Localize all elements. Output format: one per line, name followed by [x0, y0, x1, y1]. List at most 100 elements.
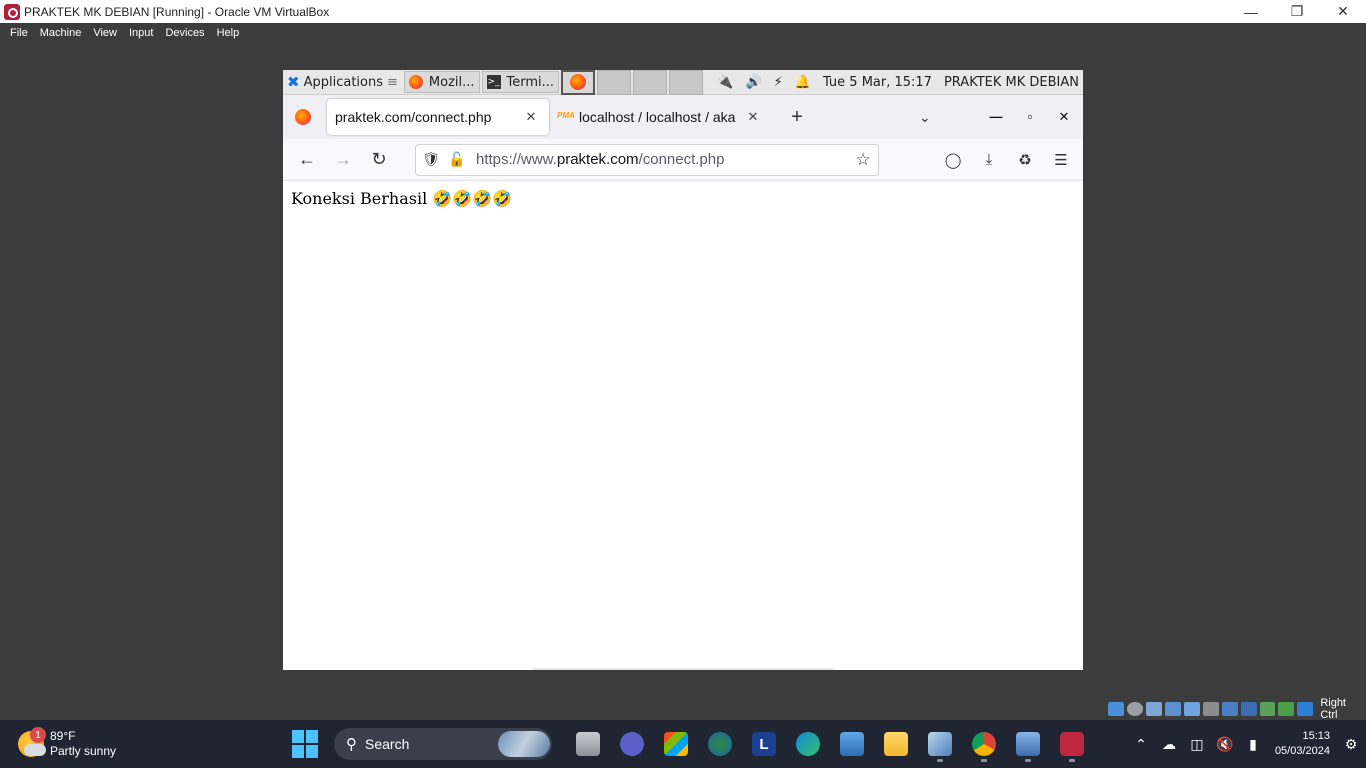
- pinned-apps: L: [566, 724, 1094, 764]
- forward-button[interactable]: →: [325, 149, 361, 170]
- search-box[interactable]: ⚲ Search: [334, 728, 552, 760]
- minimize-button[interactable]: —: [1228, 0, 1274, 23]
- onedrive-cloud-icon[interactable]: ☁: [1155, 736, 1183, 753]
- ff-close-button[interactable]: ✕: [1047, 109, 1081, 125]
- virtualization-icon[interactable]: [1278, 702, 1295, 716]
- battery-icon[interactable]: ▮: [1239, 736, 1267, 753]
- menu-hamburger-icon[interactable]: ☰: [1043, 151, 1079, 169]
- insecure-lock-icon[interactable]: 🔓: [446, 151, 468, 168]
- network-tool-icon: [1016, 732, 1040, 756]
- task-view-button[interactable]: [566, 724, 610, 764]
- l-app-button[interactable]: L: [742, 724, 786, 764]
- show-hidden-icons-icon[interactable]: ⌃: [1127, 736, 1155, 753]
- reload-button[interactable]: ↻: [361, 149, 397, 170]
- tab-phpmyadmin[interactable]: PMA localhost / localhost / aka ✕: [549, 99, 771, 135]
- running-indicator: [981, 759, 987, 762]
- bookmark-star-icon[interactable]: ☆: [848, 150, 878, 170]
- xfce-top-panel: ✖ Applications ≡ Mozil... >_ Termi... 🔌 …: [283, 70, 1083, 95]
- notification-bell-icon[interactable]: 🔔: [795, 75, 811, 90]
- folder-icon: [884, 732, 908, 756]
- start-button[interactable]: [292, 730, 320, 758]
- clock-time: 15:13: [1302, 730, 1330, 742]
- guest-display: ✖ Applications ≡ Mozil... >_ Termi... 🔌 …: [283, 70, 1083, 670]
- display-icon[interactable]: ◫: [1183, 736, 1211, 753]
- system-tray-host: ⌃ ☁ ◫ 🔇 ▮ 15:13 05/03/2024 ⚙: [1127, 720, 1366, 768]
- network-adapter-icon[interactable]: [1164, 702, 1181, 716]
- power-icon[interactable]: ⚡: [774, 75, 783, 90]
- file-explorer-button[interactable]: [874, 724, 918, 764]
- url-bar[interactable]: 🛡 🔓 https://www.praktek.com/connect.php …: [415, 143, 879, 176]
- microsoft-store-button[interactable]: [654, 724, 698, 764]
- close-button[interactable]: ✕: [1320, 0, 1366, 23]
- debian-vm-button[interactable]: [1050, 724, 1094, 764]
- workspace-2[interactable]: [597, 70, 632, 95]
- network-icon[interactable]: 🔌: [717, 75, 733, 90]
- volume-muted-icon[interactable]: 🔇: [1211, 736, 1239, 753]
- workspace-4[interactable]: [669, 70, 704, 95]
- system-tray: 🔌 🔊 ⚡ 🔔 Tue 5 Mar, 15:17 PRAKTEK MK DEBI…: [717, 75, 1083, 90]
- task-label: Mozil...: [428, 74, 475, 90]
- firefox-view-icon[interactable]: [295, 109, 311, 125]
- network-tool-button[interactable]: [1006, 724, 1050, 764]
- tracking-shield-icon[interactable]: 🛡: [420, 151, 442, 168]
- usb-icon[interactable]: [1183, 702, 1200, 716]
- weather-desc: Partly sunny: [50, 744, 117, 758]
- virtualbox-button[interactable]: [918, 724, 962, 764]
- workspace-1[interactable]: [561, 70, 596, 95]
- optical-drive-icon[interactable]: [1126, 702, 1143, 716]
- window-title: PRAKTEK MK DEBIAN [Running] - Oracle VM …: [24, 4, 330, 19]
- restore-button[interactable]: ❐: [1274, 0, 1320, 23]
- pocket-icon[interactable]: ◯: [935, 151, 971, 169]
- edge-button[interactable]: [786, 724, 830, 764]
- display-icon[interactable]: [1221, 702, 1238, 716]
- applications-label: Applications: [303, 74, 383, 90]
- url-path: /connect.php: [638, 151, 725, 168]
- applications-separator-icon: ≡: [387, 74, 398, 90]
- virtualbox-vm-icon: [4, 3, 20, 20]
- applications-menu[interactable]: ✖ Applications ≡: [283, 70, 402, 94]
- chrome-button[interactable]: [962, 724, 1006, 764]
- l-app-icon: L: [752, 732, 776, 756]
- ff-maximize-button[interactable]: ▫: [1013, 109, 1047, 125]
- menu-help[interactable]: Help: [211, 27, 246, 39]
- notification-icon[interactable]: ⚙: [1336, 736, 1366, 753]
- clock-date: 05/03/2024: [1274, 745, 1330, 757]
- taskbar-center: ⚲ Search L: [292, 720, 1094, 768]
- volume-icon[interactable]: 🔊: [745, 75, 761, 90]
- tab-connect[interactable]: praktek.com/connect.php ✕: [327, 99, 549, 135]
- window-controls: — ❐ ✕: [1228, 0, 1366, 23]
- list-all-tabs-icon[interactable]: ⌄: [919, 109, 931, 126]
- mouse-integration-icon[interactable]: [1297, 702, 1314, 716]
- taskbar-item-terminal[interactable]: >_ Termi...: [481, 71, 560, 93]
- tab-close-icon[interactable]: ✕: [743, 109, 763, 125]
- workspace-3[interactable]: [633, 70, 668, 95]
- menu-view[interactable]: View: [87, 27, 123, 39]
- back-button[interactable]: ←: [289, 149, 325, 170]
- chrome-icon: [972, 732, 996, 756]
- host-key-label[interactable]: Right Ctrl: [1320, 697, 1366, 721]
- menu-file[interactable]: File: [4, 27, 34, 39]
- url-text[interactable]: https://www.praktek.com/connect.php: [476, 151, 848, 168]
- harddisk-icon[interactable]: [1108, 702, 1124, 716]
- extensions-icon[interactable]: ♻: [1007, 151, 1043, 169]
- firefox-tabstrip: praktek.com/connect.php ✕ PMA localhost …: [283, 95, 1083, 139]
- recording-icon[interactable]: [1240, 702, 1257, 716]
- menu-machine[interactable]: Machine: [34, 27, 88, 39]
- tab-close-icon[interactable]: ✕: [521, 109, 541, 125]
- teams-chat-button[interactable]: [610, 724, 654, 764]
- url-domain: praktek.com: [556, 151, 639, 168]
- menu-devices[interactable]: Devices: [159, 27, 210, 39]
- audio-icon[interactable]: [1145, 702, 1162, 716]
- cpu-icon[interactable]: [1259, 702, 1276, 716]
- new-tab-button[interactable]: +: [781, 106, 813, 129]
- task-label: Termi...: [506, 74, 555, 90]
- menu-input[interactable]: Input: [123, 27, 159, 39]
- downloads-icon[interactable]: ⤓: [971, 151, 1007, 169]
- shared-folders-icon[interactable]: [1202, 702, 1219, 716]
- panel-clock[interactable]: Tue 5 Mar, 15:17: [823, 75, 932, 90]
- taskbar-item-firefox[interactable]: Mozil...: [403, 71, 480, 93]
- globe-app-button[interactable]: [698, 724, 742, 764]
- clock[interactable]: 15:13 05/03/2024: [1275, 729, 1330, 759]
- control-panel-button[interactable]: [830, 724, 874, 764]
- ff-minimize-button[interactable]: —: [979, 109, 1013, 125]
